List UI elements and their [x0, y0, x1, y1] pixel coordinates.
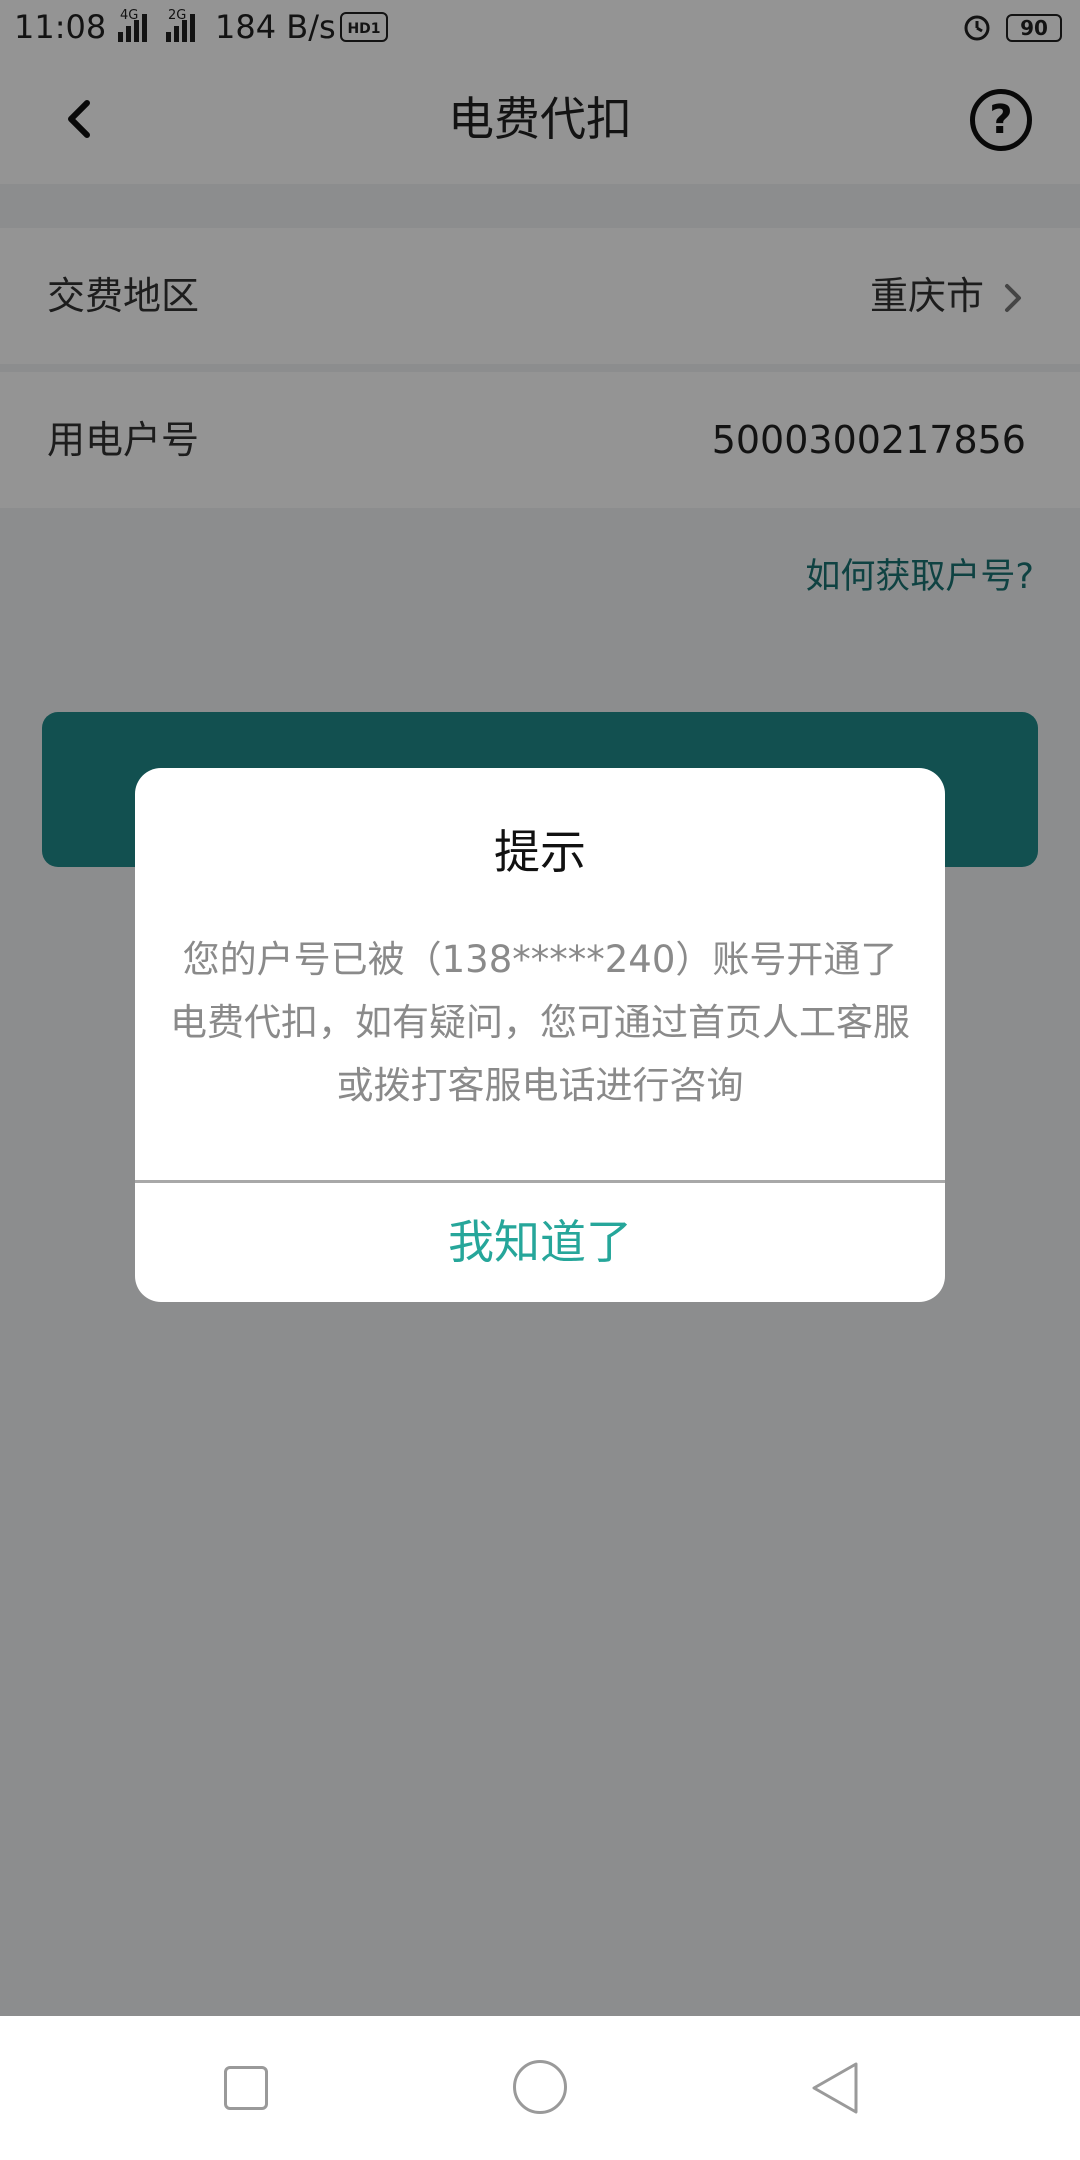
dialog-confirm-button[interactable]: 我知道了	[135, 1183, 945, 1302]
dialog-title: 提示	[494, 825, 586, 879]
back-triangle-icon[interactable]	[808, 2060, 862, 2116]
dialog-message: 您的户号已被（138*****240）账号开通了电费代扣，如有疑问，您可通过首页…	[170, 938, 910, 1107]
status-bar-dim	[0, 0, 1080, 54]
home-icon[interactable]	[513, 2060, 567, 2114]
system-nav-bar	[0, 2016, 1080, 2160]
notice-dialog: 提示 您的户号已被（138*****240）账号开通了电费代扣，如有疑问，您可通…	[135, 768, 945, 1302]
recent-apps-icon[interactable]	[224, 2066, 268, 2110]
